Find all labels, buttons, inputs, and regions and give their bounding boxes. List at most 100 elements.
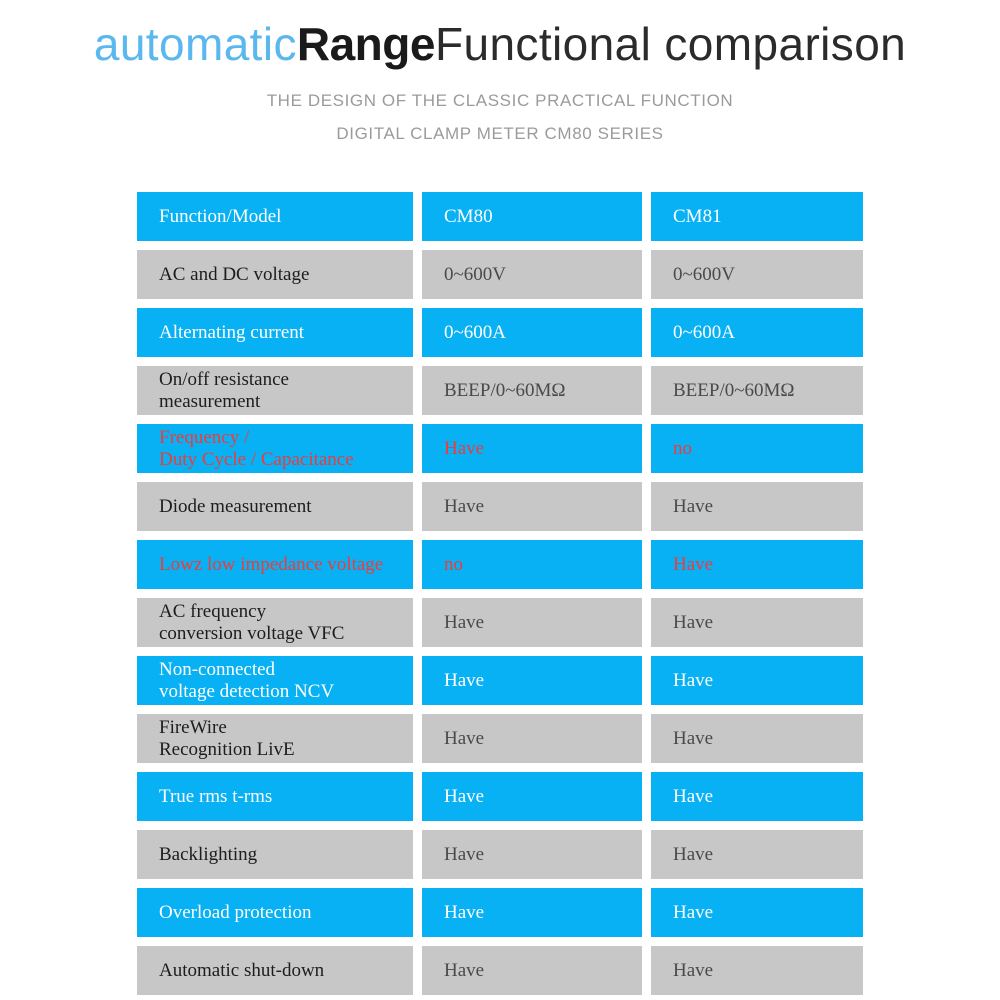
- table-cell: Have: [651, 714, 863, 763]
- table-cell: Have: [422, 888, 642, 937]
- table-cell: Have: [651, 598, 863, 647]
- table-row: FireWire Recognition LivE Have Have: [137, 714, 863, 763]
- table-cell: no: [422, 540, 642, 589]
- table-cell: Automatic shut-down: [137, 946, 413, 995]
- table-cell: Have: [422, 714, 642, 763]
- table-cell: 0~600A: [651, 308, 863, 357]
- feature-label: AC frequency conversion voltage VFC: [159, 600, 345, 644]
- page-title-automatic: automatic: [93, 18, 297, 70]
- table-cell: Have: [651, 772, 863, 821]
- table-row: Diode measurement Have Have: [137, 482, 863, 531]
- cm80-value: 0~600A: [444, 321, 507, 343]
- table-header-row: Function/Model CM80 CM81: [137, 192, 863, 241]
- table-cell: Have: [651, 656, 863, 705]
- feature-label: Alternating current: [159, 321, 305, 343]
- page-title-range: Range: [296, 18, 436, 70]
- table-cell: True rms t-rms: [137, 772, 413, 821]
- table-cell: 0~600V: [651, 250, 863, 299]
- table-cell: AC and DC voltage: [137, 250, 413, 299]
- table-cell: On/off resistance measurement: [137, 366, 413, 415]
- table-cell: Have: [422, 656, 642, 705]
- table-cell: Alternating current: [137, 308, 413, 357]
- cm80-value: Have: [444, 785, 485, 807]
- cm81-value: Have: [673, 901, 714, 923]
- comparison-page: automaticRangeFunctional comparison THE …: [0, 0, 1000, 1000]
- feature-label: Lowz low impedance voltage: [159, 553, 384, 575]
- table-cell: Non-connected voltage detection NCV: [137, 656, 413, 705]
- table-cell: Backlighting: [137, 830, 413, 879]
- table-row: On/off resistance measurement BEEP/0~60MΩ…: [137, 366, 863, 415]
- table-cell: 0~600V: [422, 250, 642, 299]
- cm80-value: Have: [444, 437, 485, 459]
- table-cell: FireWire Recognition LivE: [137, 714, 413, 763]
- cm81-value: Have: [673, 843, 714, 865]
- table-row: Lowz low impedance voltage no Have: [137, 540, 863, 589]
- cm81-value: Have: [673, 785, 714, 807]
- cm81-value: Have: [673, 611, 714, 633]
- feature-label: Automatic shut-down: [159, 959, 325, 981]
- table-row: Frequency / Duty Cycle / Capacitance Have…: [137, 424, 863, 473]
- cm80-value: Have: [444, 669, 485, 691]
- feature-comparison-table: Function/Model CM80 CM81 AC and DC voltage 0…: [137, 192, 863, 1000]
- feature-label: True rms t-rms: [159, 785, 273, 807]
- table-cell: Have: [422, 424, 642, 473]
- cm80-value: Have: [444, 611, 485, 633]
- table-row: Overload protection Have Have: [137, 888, 863, 937]
- table-cell: Lowz low impedance voltage: [137, 540, 413, 589]
- cm81-value: Have: [673, 495, 714, 517]
- feature-label: FireWire Recognition LivE: [159, 716, 295, 760]
- table-cell: 0~600A: [422, 308, 642, 357]
- feature-label: On/off resistance measurement: [159, 368, 289, 412]
- page-title: automaticRangeFunctional comparison: [0, 0, 1000, 72]
- cm81-value: no: [673, 437, 692, 459]
- cm80-value: CM80: [444, 205, 493, 227]
- table-row: True rms t-rms Have Have: [137, 772, 863, 821]
- table-cell: Have: [422, 830, 642, 879]
- table-row: AC frequency conversion voltage VFC Have H…: [137, 598, 863, 647]
- table-row: Automatic shut-down Have Have: [137, 946, 863, 995]
- table-header-cell: Function/Model: [137, 192, 413, 241]
- cm80-value: Have: [444, 901, 485, 923]
- feature-label: AC and DC voltage: [159, 263, 310, 285]
- feature-label: Non-connected voltage detection NCV: [159, 658, 335, 702]
- table-cell: Have: [651, 540, 863, 589]
- cm80-value: Have: [444, 843, 485, 865]
- table-cell: no: [651, 424, 863, 473]
- cm80-value: Have: [444, 959, 485, 981]
- page-subtitle-line-1: THE DESIGN OF THE CLASSIC PRACTICAL FUNC…: [266, 91, 734, 110]
- feature-label: Backlighting: [159, 843, 258, 865]
- cm80-value: 0~600V: [444, 263, 507, 285]
- cm81-value: Have: [673, 553, 714, 575]
- table-cell: Have: [422, 772, 642, 821]
- table-cell: Frequency / Duty Cycle / Capacitance: [137, 424, 413, 473]
- feature-label: Function/Model: [159, 205, 282, 227]
- table-cell: Have: [651, 830, 863, 879]
- table-row: Alternating current 0~600A 0~600A: [137, 308, 863, 357]
- cm81-value: BEEP/0~60MΩ: [673, 379, 795, 401]
- page-header: automaticRangeFunctional comparison THE …: [0, 0, 1000, 149]
- table-header-cell: CM80: [422, 192, 642, 241]
- table-cell: Have: [651, 946, 863, 995]
- table-cell: Have: [422, 946, 642, 995]
- feature-label: Overload protection: [159, 901, 312, 923]
- cm80-value: Have: [444, 727, 485, 749]
- page-subtitle-line-2: DIGITAL CLAMP METER CM80 SERIES: [336, 124, 664, 143]
- cm81-value: 0~600A: [673, 321, 736, 343]
- table-cell: Have: [422, 598, 642, 647]
- cm81-value: 0~600V: [673, 263, 736, 285]
- table-row: AC and DC voltage 0~600V 0~600V: [137, 250, 863, 299]
- table-row: Backlighting Have Have: [137, 830, 863, 879]
- cm80-value: no: [444, 553, 463, 575]
- page-title-functional-comparison: Functional comparison: [434, 18, 907, 70]
- table-cell: Overload protection: [137, 888, 413, 937]
- cm80-value: Have: [444, 495, 485, 517]
- cm81-value: CM81: [673, 205, 722, 227]
- feature-label: Frequency / Duty Cycle / Capacitance: [159, 426, 354, 470]
- table-row: Non-connected voltage detection NCV Have H…: [137, 656, 863, 705]
- table-cell: BEEP/0~60MΩ: [651, 366, 863, 415]
- table-cell: Have: [422, 482, 642, 531]
- cm80-value: BEEP/0~60MΩ: [444, 379, 566, 401]
- feature-label: Diode measurement: [159, 495, 312, 517]
- table-header-cell: CM81: [651, 192, 863, 241]
- table-cell: AC frequency conversion voltage VFC: [137, 598, 413, 647]
